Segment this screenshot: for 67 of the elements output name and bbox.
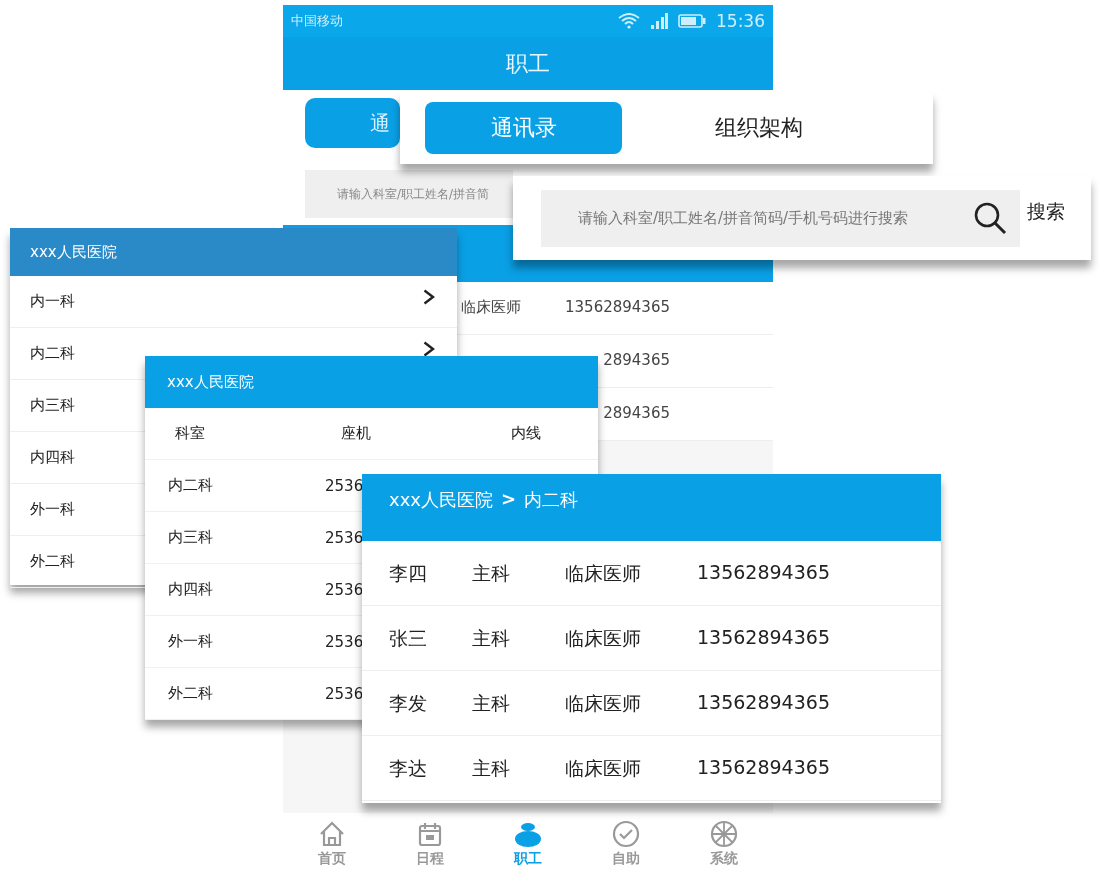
check-circle-icon	[612, 820, 640, 848]
department-item[interactable]: 外二科	[30, 552, 75, 571]
nav-item[interactable]: 日程	[400, 820, 460, 868]
hospital-name: xxx人民医院	[30, 242, 117, 262]
tab[interactable]: 通	[305, 98, 400, 148]
table-cell: 2536	[325, 632, 364, 651]
job-title: 临床医师	[565, 756, 641, 781]
staff-role: 主科	[472, 691, 510, 716]
table-cell: 2536	[325, 528, 364, 547]
department-item[interactable]: 内一科	[30, 292, 75, 311]
table-cell: 内二科	[168, 476, 213, 495]
department-item[interactable]: 内三科	[30, 396, 75, 415]
search-field[interactable]: 请输入科室/职工姓名/拼音简码/手机号码进行搜索	[541, 189, 1020, 247]
staff-name: 李达	[389, 756, 427, 781]
search-icon	[972, 200, 1008, 236]
table-cell: 外二科	[168, 684, 213, 703]
department-item[interactable]: 内四科	[30, 448, 75, 467]
table-cell: 2536	[325, 684, 364, 703]
wheel-icon	[710, 820, 738, 848]
staff-name: 李四	[389, 561, 427, 586]
department-item[interactable]: 外一科	[30, 500, 75, 519]
job-title: 临床医师	[565, 561, 641, 586]
phone-number: 2894365	[603, 404, 670, 422]
person-icon	[514, 820, 542, 848]
job-title: 临床医师	[565, 626, 641, 651]
screen-title: 职工	[283, 37, 773, 90]
nav-item[interactable]: 自助	[596, 820, 656, 868]
battery-icon	[678, 14, 706, 28]
phone-number: 13562894365	[697, 561, 830, 583]
breadcrumb-separator: >	[500, 488, 517, 509]
phone-number: 13562894365	[697, 691, 830, 713]
table-cell: 内三科	[168, 528, 213, 547]
tab[interactable]: 组织架构	[660, 102, 857, 154]
search-button[interactable]: 搜索	[1027, 199, 1065, 225]
department-item[interactable]: 内二科	[30, 344, 75, 363]
table-cell: 外一科	[168, 632, 213, 651]
column-header: 内线	[511, 424, 541, 443]
hospital-name: xxx人民医院	[167, 372, 254, 392]
staff-role: 主科	[472, 626, 510, 651]
job-title: 临床医师	[565, 691, 641, 716]
nav-item[interactable]: 职工	[498, 820, 558, 868]
nav-item[interactable]: 首页	[302, 820, 362, 868]
job-title: 临床医师	[461, 298, 521, 317]
staff-name: 李发	[389, 691, 427, 716]
phone-number: 13562894365	[697, 756, 830, 778]
search-field[interactable]: 请输入科室/职工姓名/拼音简	[305, 170, 513, 218]
clock: 15:36	[716, 11, 765, 31]
calendar-icon	[416, 820, 444, 848]
home-icon	[318, 820, 346, 848]
tab[interactable]: 通讯录	[425, 102, 622, 154]
staff-name: 张三	[389, 626, 427, 651]
nav-item[interactable]: 系统	[694, 820, 754, 868]
table-cell: 2536	[325, 580, 364, 599]
column-header: 科室	[175, 424, 205, 443]
phone-number: 13562894365	[565, 298, 670, 316]
signal-icon	[650, 13, 668, 29]
breadcrumb-current: 内二科	[524, 488, 579, 512]
table-cell: 内四科	[168, 580, 213, 599]
phone-number: 2894365	[603, 351, 670, 369]
column-header: 座机	[341, 424, 371, 443]
carrier-name: 中国移动	[291, 12, 343, 30]
wifi-icon	[618, 13, 640, 29]
table-cell: 2536	[325, 476, 364, 495]
breadcrumb-link[interactable]: xxx人民医院	[389, 488, 493, 512]
staff-role: 主科	[472, 561, 510, 586]
staff-role: 主科	[472, 756, 510, 781]
phone-number: 13562894365	[697, 626, 830, 648]
